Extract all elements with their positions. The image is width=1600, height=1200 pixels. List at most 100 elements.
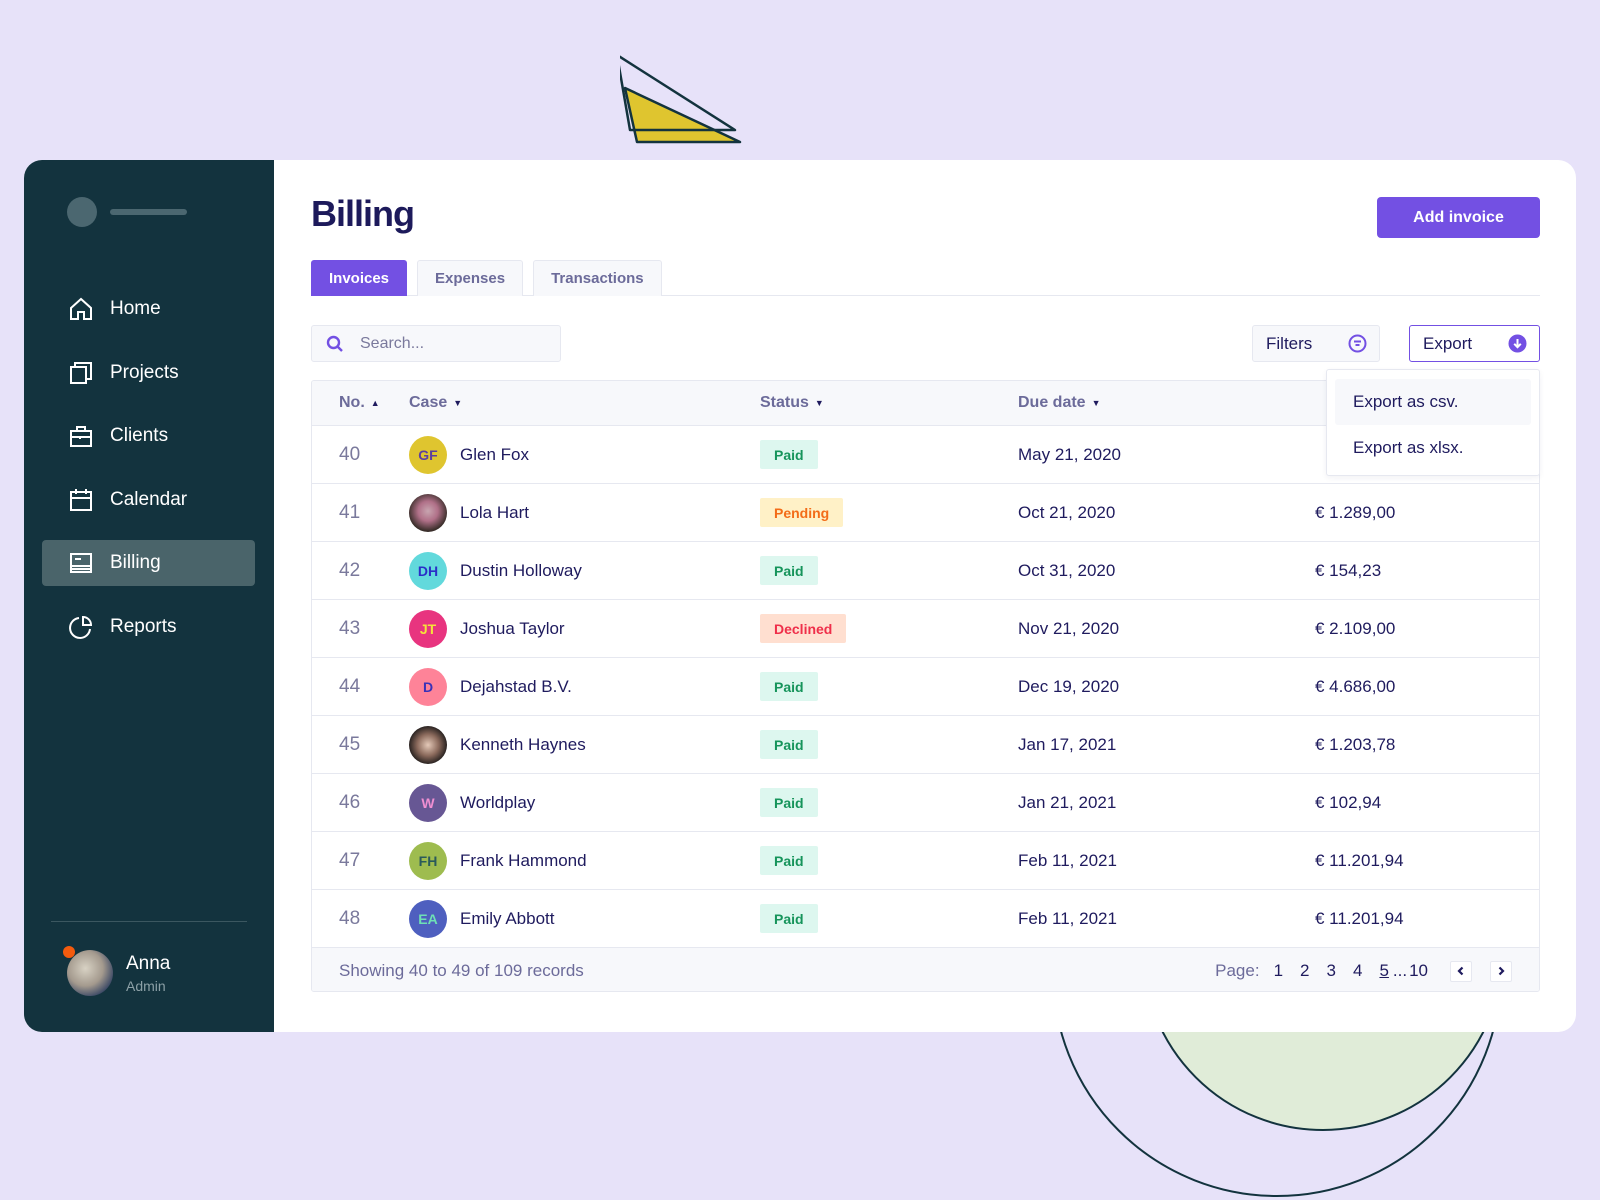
user-profile[interactable]: Anna Admin <box>63 946 171 996</box>
sort-desc-icon: ▼ <box>453 398 463 408</box>
page-link[interactable]: 2 <box>1296 961 1313 981</box>
sidebar-item-label: Reports <box>110 615 177 637</box>
search-icon <box>326 335 343 352</box>
sidebar-item-home[interactable]: Home <box>42 286 255 332</box>
export-xlsx-option[interactable]: Export as xlsx. <box>1335 425 1531 471</box>
client-name[interactable]: Dejahstad B.V. <box>460 677 572 697</box>
column-header-status[interactable]: Status ▼ <box>760 394 1018 412</box>
status-cell: Pending <box>760 498 1018 527</box>
user-name: Anna <box>126 952 171 974</box>
sidebar-item-label: Clients <box>110 425 169 446</box>
client-name[interactable]: Frank Hammond <box>460 851 587 871</box>
table-row[interactable]: 44 D Dejahstad B.V. Paid Dec 19, 2020 € 4.686… <box>312 658 1539 716</box>
page-link-last[interactable]: 10 <box>1409 961 1432 981</box>
table-row[interactable]: 47 FH Frank Hammond Paid Feb 11, 2021 € 11.20… <box>312 832 1539 890</box>
invoice-number: 48 <box>339 907 361 929</box>
status-cell: Paid <box>760 846 1018 875</box>
table-row[interactable]: 46 W Worldplay Paid Jan 21, 2021 € 102,94 <box>312 774 1539 832</box>
column-header-no[interactable]: No. ▲ <box>312 394 409 412</box>
search-input[interactable] <box>360 334 550 353</box>
prev-page-button[interactable] <box>1450 960 1472 982</box>
client-name[interactable]: Glen Fox <box>460 445 529 465</box>
status-cell: Paid <box>760 904 1018 933</box>
decorative-triangle <box>620 55 742 144</box>
user-role: Admin <box>126 977 166 994</box>
invoice-number: 43 <box>339 617 361 639</box>
status-badge: Paid <box>760 440 818 469</box>
invoice-number: 41 <box>339 501 361 523</box>
due-date: Feb 11, 2021 <box>1018 850 1117 870</box>
sidebar-item-projects[interactable]: Projects <box>42 350 255 396</box>
client-avatar <box>409 725 447 764</box>
filter-icon <box>1348 334 1367 353</box>
sort-asc-icon: ▲ <box>370 398 380 408</box>
sidebar: Home Projects Clients Calendar Billing R… <box>24 160 274 1032</box>
status-cell: Paid <box>760 556 1018 585</box>
status-badge: Paid <box>760 904 818 933</box>
table-row[interactable]: 45 Kenneth Haynes Paid Jan 17, 2021 € 1.203,… <box>312 716 1539 774</box>
tab-transactions[interactable]: Transactions <box>533 260 662 296</box>
page-link-current[interactable]: 5 <box>1375 961 1392 981</box>
status-badge: Paid <box>760 730 818 759</box>
logo[interactable] <box>67 197 187 227</box>
client-avatar: GF <box>409 435 447 474</box>
status-badge: Paid <box>760 846 818 875</box>
tab-expenses[interactable]: Expenses <box>417 260 524 296</box>
page-link[interactable]: 1 <box>1270 961 1287 981</box>
due-date: Jan 17, 2021 <box>1018 734 1117 754</box>
status-cell: Paid <box>760 730 1018 759</box>
tab-invoices[interactable]: Invoices <box>311 260 408 296</box>
table-row[interactable]: 42 DH Dustin Holloway Paid Oct 31, 2020 € 154… <box>312 542 1539 600</box>
page-link[interactable]: 3 <box>1323 961 1340 981</box>
sidebar-item-billing[interactable]: Billing <box>42 540 255 586</box>
status-badge: Paid <box>760 788 818 817</box>
filters-button[interactable]: Filters <box>1252 325 1380 362</box>
table-body: 40 GF Glen Fox Paid May 21, 2020 41 Lola Hart P… <box>312 426 1539 948</box>
due-date: Nov 21, 2020 <box>1018 618 1120 638</box>
export-label: Export <box>1423 333 1473 353</box>
status-cell: Paid <box>760 440 1018 469</box>
status-badge: Pending <box>760 498 844 527</box>
export-csv-option[interactable]: Export as csv. <box>1335 379 1531 425</box>
due-date: Feb 11, 2021 <box>1018 908 1117 928</box>
invoice-number: 40 <box>339 443 361 465</box>
client-avatar: FH <box>409 841 447 880</box>
column-header-case[interactable]: Case ▼ <box>409 394 760 412</box>
client-name[interactable]: Emily Abbott <box>460 909 555 929</box>
table-row[interactable]: 48 EA Emily Abbott Paid Feb 11, 2021 € 11.201… <box>312 890 1539 948</box>
sidebar-item-reports[interactable]: Reports <box>42 604 255 650</box>
client-name[interactable]: Worldplay <box>460 793 535 813</box>
client-name[interactable]: Lola Hart <box>460 503 529 523</box>
sidebar-nav: Home Projects Clients Calendar Billing R… <box>42 286 255 667</box>
logo-wordmark-placeholder <box>110 209 187 215</box>
amount: € 11.201,94 <box>1315 850 1404 870</box>
sidebar-item-calendar[interactable]: Calendar <box>42 477 255 523</box>
amount: € 102,94 <box>1315 792 1382 812</box>
invoice-number: 42 <box>339 559 361 581</box>
due-date: Jan 21, 2021 <box>1018 792 1117 812</box>
case-cell: FH Frank Hammond <box>409 841 760 880</box>
client-name[interactable]: Dustin Holloway <box>460 561 582 581</box>
due-date: May 21, 2020 <box>1018 444 1122 464</box>
invoice-number: 46 <box>339 791 361 813</box>
export-button[interactable]: Export <box>1409 325 1540 362</box>
records-summary: Showing 40 to 49 of 109 records <box>339 961 584 980</box>
table-row[interactable]: 43 JT Joshua Taylor Declined Nov 21, 2020 € 2… <box>312 600 1539 658</box>
client-avatar: W <box>409 783 447 822</box>
column-header-due-date[interactable]: Due date ▼ <box>1018 394 1315 412</box>
amount: € 2.109,00 <box>1315 618 1396 638</box>
next-page-button[interactable] <box>1490 960 1512 982</box>
download-icon <box>1508 334 1527 353</box>
amount: € 154,23 <box>1315 560 1382 580</box>
client-avatar: DH <box>409 551 447 590</box>
client-name[interactable]: Kenneth Haynes <box>460 735 586 755</box>
table-row[interactable]: 41 Lola Hart Pending Oct 21, 2020 € 1.289,00 <box>312 484 1539 542</box>
page-link[interactable]: 4 <box>1349 961 1366 981</box>
sidebar-divider <box>51 921 247 922</box>
app-window: Home Projects Clients Calendar Billing R… <box>24 160 1576 1032</box>
add-invoice-button[interactable]: Add invoice <box>1377 197 1540 238</box>
client-name[interactable]: Joshua Taylor <box>460 619 565 639</box>
client-avatar: EA <box>409 899 447 938</box>
sidebar-item-clients[interactable]: Clients <box>42 413 255 459</box>
invoice-number: 47 <box>339 849 361 871</box>
